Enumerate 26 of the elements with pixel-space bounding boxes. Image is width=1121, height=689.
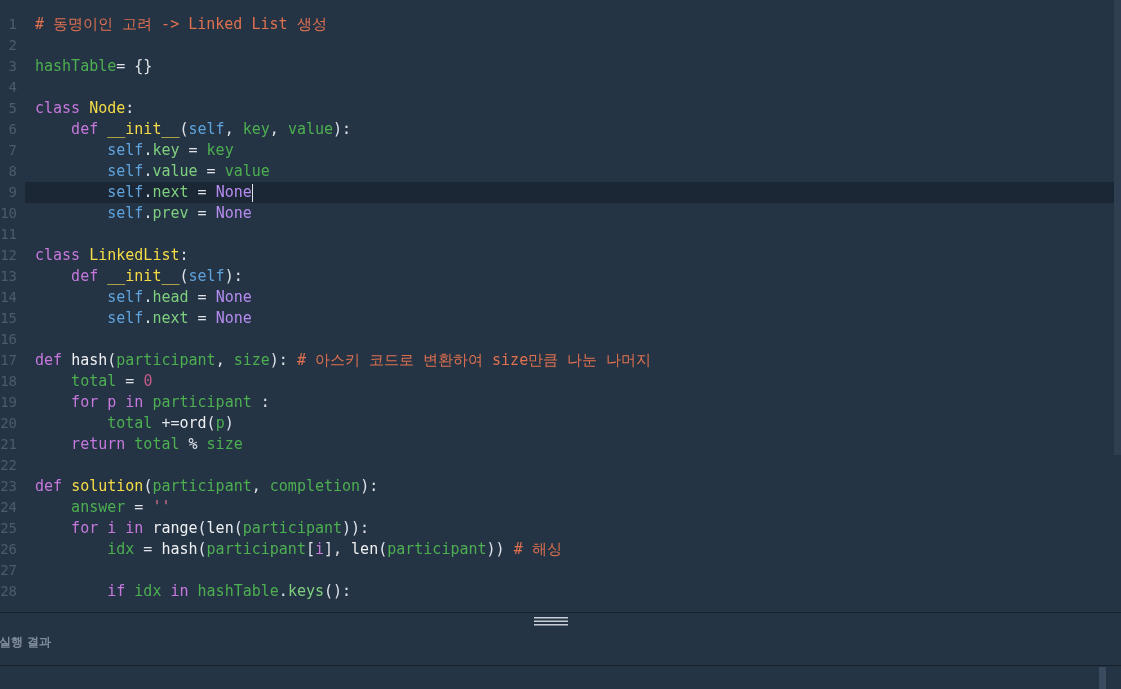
scrollbar-thumb[interactable] (1114, 0, 1121, 455)
code-line: self.next = None (106, 308, 252, 329)
code-line: if idx in hashTable.keys(): (106, 581, 352, 602)
output-panel-title: 실행 결과 (0, 633, 52, 651)
code-line: hashTable= {} (35, 56, 153, 77)
scrollbar-thumb[interactable] (1099, 667, 1106, 689)
code-line: class LinkedList: (35, 245, 189, 266)
code-line: def hash(participant, size): # 아스키 코드로 변환하여 size만큼 나눈 나머지 (35, 350, 652, 371)
code-line: for p in participant : (70, 392, 270, 413)
code-line: return total % size (70, 434, 243, 455)
code-line: self.value = value (106, 161, 270, 182)
code-line: for i in range(len(participant)): (70, 518, 370, 539)
code-line: def __init__(self, key, value): (70, 119, 352, 140)
code-line: def __init__(self): (70, 266, 243, 287)
code-line: self.key = key (106, 140, 234, 161)
drag-handle-icon[interactable] (534, 617, 568, 626)
code-line: total +=ord(p) (106, 413, 234, 434)
code-line: self.prev = None (106, 203, 252, 224)
code-line: class Node: (35, 98, 135, 119)
code-line: self.head = None (106, 287, 252, 308)
code-line: answer = '' (70, 497, 171, 518)
code-line: self.next = None (106, 182, 253, 203)
code-line: def solution(participant, completion): (35, 476, 379, 497)
code-line: total = 0 (70, 371, 153, 392)
code-line: idx = hash(participant[i], len(participant)) # 해싱 (106, 539, 562, 560)
code-line: # 동명이인 고려 -> Linked List 생성 (35, 14, 327, 35)
